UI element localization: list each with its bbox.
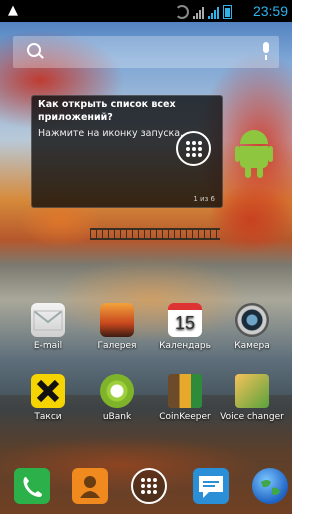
signal-sim2-icon xyxy=(208,7,219,19)
search-icon[interactable] xyxy=(27,43,41,57)
home-screen: ▲ 23:59 Как открыть список всех приложен… xyxy=(0,0,292,514)
app-coinkeeper[interactable]: CoinKeeper xyxy=(153,374,217,422)
calendar-icon: 15 xyxy=(168,303,202,337)
signal-sim1-icon xyxy=(193,7,204,19)
sync-icon xyxy=(175,5,189,19)
onboarding-tooltip[interactable]: Как открыть список всех приложений? Нажм… xyxy=(31,95,223,208)
tooltip-title: Как открыть список всех приложений? xyxy=(38,99,176,123)
messaging-icon[interactable] xyxy=(193,468,229,504)
voice-changer-icon xyxy=(235,374,269,408)
dock xyxy=(0,462,292,514)
battery-icon xyxy=(223,5,232,19)
ubank-icon xyxy=(100,374,134,408)
app-camera[interactable]: Камера xyxy=(220,303,284,351)
app-gallery[interactable]: Галерея xyxy=(85,303,149,351)
apps-launcher-button[interactable] xyxy=(131,468,167,504)
coinkeeper-icon xyxy=(168,374,202,408)
apps-launcher-icon xyxy=(176,131,211,166)
taxi-icon xyxy=(31,374,65,408)
camera-icon xyxy=(235,303,269,337)
bridge xyxy=(90,228,220,240)
email-icon xyxy=(31,303,65,337)
gallery-icon xyxy=(100,303,134,337)
app-voice-changer[interactable]: Voice changer xyxy=(220,374,284,422)
tooltip-body: Нажмите на иконку запуска. xyxy=(38,128,184,139)
microphone-icon[interactable] xyxy=(263,42,269,60)
android-mascot-icon xyxy=(235,130,273,178)
app-taxi[interactable]: Такси xyxy=(16,374,80,422)
clock: 23:59 xyxy=(252,3,288,19)
app-ubank[interactable]: uBank xyxy=(85,374,149,422)
google-search-bar[interactable] xyxy=(13,36,279,68)
warning-icon: ▲ xyxy=(8,3,18,18)
contacts-icon[interactable] xyxy=(72,468,108,504)
status-bar: ▲ 23:59 xyxy=(0,0,292,22)
app-calendar[interactable]: 15 Календарь xyxy=(153,303,217,351)
phone-icon[interactable] xyxy=(14,468,50,504)
tooltip-page-counter: 1 из 6 xyxy=(193,195,215,203)
app-email[interactable]: E-mail xyxy=(16,303,80,351)
browser-globe-icon[interactable] xyxy=(252,468,288,504)
